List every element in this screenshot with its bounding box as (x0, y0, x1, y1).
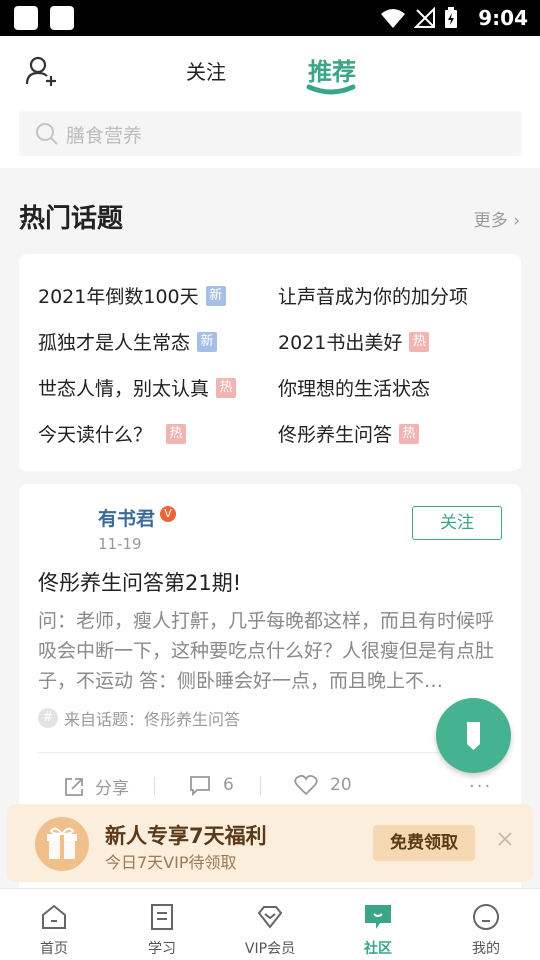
topic-item[interactable]: 让声音成为你的加分项 (278, 282, 468, 309)
section-title: 热门话题 (19, 204, 124, 234)
topic-item[interactable]: 佟彤养生问答热 (278, 420, 420, 447)
divider (38, 752, 502, 753)
gift-icon (35, 817, 89, 871)
clock: 9:04 (478, 6, 528, 30)
more-options-icon[interactable]: ··· (469, 776, 492, 797)
topic-item[interactable]: 2021书出美好热 (278, 328, 430, 355)
hot-badge: 热 (399, 423, 420, 444)
post-topic-link[interactable]: # 来自话题：佟彤养生问答 (38, 706, 240, 730)
nav-profile[interactable]: 我的 (432, 889, 540, 960)
tab-recommend[interactable]: 推荐 (308, 52, 356, 87)
hot-badge: 热 (216, 377, 237, 398)
like-button[interactable]: 20 (294, 774, 352, 796)
community-icon (365, 905, 391, 929)
notification-icon (50, 6, 74, 30)
pen-icon (467, 722, 480, 750)
divider (260, 777, 261, 795)
active-tab-indicator (306, 84, 356, 95)
close-icon[interactable] (495, 829, 515, 849)
nav-community[interactable]: 社区 (324, 889, 432, 960)
promo-subtitle: 今日7天VIP待领取 (105, 853, 237, 872)
chevron-right-icon: › (513, 211, 520, 231)
hot-topics-card: 2021年倒数100天新 让声音成为你的加分项 孤独才是人生常态新 2021书出… (19, 254, 521, 471)
author-name[interactable]: 有书君 (98, 504, 155, 531)
promo-banner[interactable]: 新人专享7天福利 今日7天VIP待领取 免费领取 (7, 804, 533, 882)
claim-button[interactable]: 免费领取 (373, 825, 475, 861)
vip-diamond-icon (257, 906, 283, 929)
tab-follow[interactable]: 关注 (186, 56, 226, 85)
nav-vip[interactable]: VIP会员 (216, 889, 324, 960)
home-icon (42, 904, 66, 929)
search-input[interactable]: 膳食营养 (19, 111, 521, 156)
hashtag-icon: # (38, 708, 58, 728)
share-button[interactable]: 分享 (63, 774, 129, 799)
post-title[interactable]: 佟彤养生问答第21期! (38, 567, 241, 597)
status-bar: 9:04 (0, 0, 540, 36)
promo-title: 新人专享7天福利 (105, 824, 267, 848)
new-badge: 新 (197, 331, 218, 352)
topic-item[interactable]: 世态人情，别太认真热 (38, 374, 237, 401)
topic-item[interactable]: 你理想的生活状态 (278, 374, 430, 401)
post-body[interactable]: 问：老师，瘦人打鼾，几乎每晚都这样，而且有时候呼吸会中断一下，这种要吃点什么好？… (38, 606, 508, 696)
study-icon (151, 904, 173, 930)
search-icon (36, 123, 58, 145)
header: 关注 推荐 膳食营养 (0, 36, 540, 168)
notification-icon (14, 6, 38, 30)
topic-item[interactable]: 2021年倒数100天新 (38, 282, 226, 309)
post-date: 11-19 (98, 535, 142, 553)
nav-study[interactable]: 学习 (108, 889, 216, 960)
no-signal-icon (414, 7, 435, 28)
divider (154, 777, 155, 795)
topic-item[interactable]: 今天读什么？热 (38, 420, 187, 447)
heart-icon (294, 774, 318, 796)
search-placeholder: 膳食营养 (66, 125, 143, 147)
status-icons (380, 7, 458, 29)
profile-icon (473, 904, 499, 930)
hot-badge: 热 (166, 423, 187, 444)
hot-badge: 热 (409, 331, 430, 352)
battery-icon (445, 7, 457, 28)
comment-icon (190, 776, 210, 796)
new-badge: 新 (205, 285, 226, 306)
add-friend-icon[interactable] (24, 54, 58, 88)
nav-home[interactable]: 首页 (0, 889, 108, 960)
verified-badge-icon: V (160, 506, 176, 522)
follow-button[interactable]: 关注 (412, 506, 502, 540)
bottom-nav: 首页 学习 VIP会员 社区 我的 (0, 888, 540, 960)
more-link[interactable]: 更多 › (474, 206, 520, 231)
comment-button[interactable]: 6 (189, 774, 234, 796)
compose-button[interactable] (436, 698, 511, 773)
share-icon (65, 777, 83, 796)
topic-item[interactable]: 孤独才是人生常态新 (38, 328, 218, 355)
wifi-icon (381, 9, 405, 28)
